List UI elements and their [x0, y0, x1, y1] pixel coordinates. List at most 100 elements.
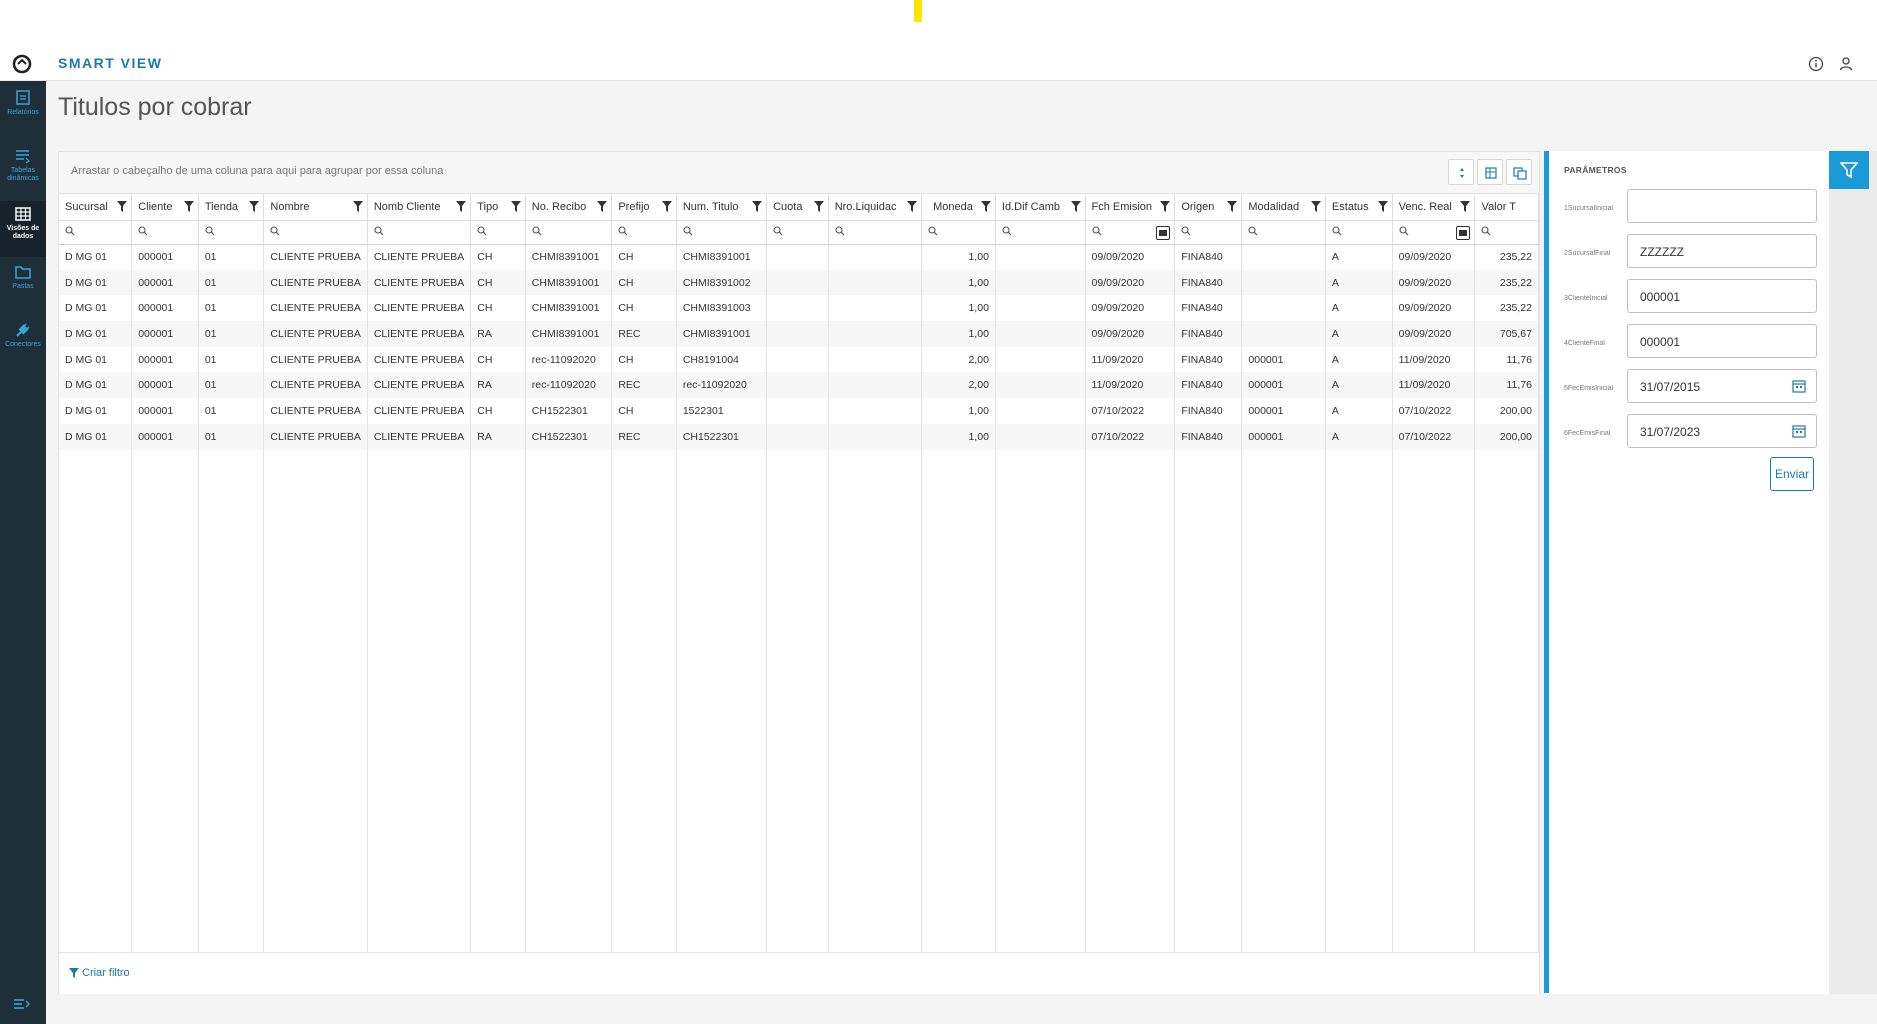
table-row[interactable]: D MG 01 000001 01 CLIENTE PRUEBA CLIENTE PRU…: [59, 269, 1539, 296]
column-search-input[interactable]: [1392, 220, 1476, 245]
column-filter-icon[interactable]: [1227, 201, 1238, 212]
column-header[interactable]: Num. Titulo: [676, 194, 768, 221]
column-header[interactable]: Estatus: [1325, 194, 1393, 221]
column-header[interactable]: Nomb Cliente: [367, 194, 472, 221]
filter-panel-toggle[interactable]: [1829, 151, 1869, 189]
column-search-input[interactable]: [131, 220, 199, 245]
column-header[interactable]: No. Recibo: [525, 194, 613, 221]
column-filter-icon[interactable]: [249, 201, 260, 212]
calendar-icon[interactable]: [1456, 225, 1471, 240]
column-filter-icon[interactable]: [980, 201, 991, 212]
table-cell: [995, 423, 1086, 450]
column-header[interactable]: Tienda: [198, 194, 265, 221]
column-filter-icon[interactable]: [661, 201, 672, 212]
column-filter-icon[interactable]: [1160, 201, 1171, 212]
column-filter-icon[interactable]: [1310, 201, 1321, 212]
column-search-input[interactable]: [1325, 220, 1393, 245]
column-search-input[interactable]: [995, 220, 1086, 245]
column-filter-icon[interactable]: [597, 201, 608, 212]
table-filler-cell: [1174, 449, 1243, 952]
column-filter-icon[interactable]: [813, 201, 824, 212]
column-header[interactable]: Nro.Liquidac: [828, 194, 923, 221]
column-filter-icon[interactable]: [117, 201, 128, 212]
param-sucursal-inicial-input[interactable]: [1627, 189, 1817, 223]
column-filter-icon[interactable]: [456, 201, 467, 212]
column-search-input[interactable]: [59, 220, 133, 245]
table-row[interactable]: D MG 01 000001 01 CLIENTE PRUEBA CLIENTE PRU…: [59, 346, 1539, 373]
app-logo-icon[interactable]: [10, 52, 34, 76]
column-header[interactable]: Tipo: [470, 194, 526, 221]
grid-table-wrap[interactable]: Sucursal Cliente Tienda Nombre Nomb Cliente T…: [59, 194, 1539, 952]
create-filter-link[interactable]: Criar filtro: [69, 967, 130, 979]
column-header[interactable]: Cuota: [766, 194, 829, 221]
column-header[interactable]: Origen: [1174, 194, 1243, 221]
sidebar-item-data-views[interactable]: Visões de dados: [0, 201, 46, 257]
param-cliente-final-input[interactable]: 000001: [1627, 324, 1817, 358]
column-search-input[interactable]: [766, 220, 829, 245]
sidebar-item-folders[interactable]: Pastas: [0, 259, 46, 315]
column-header-label: Venc. Real: [1398, 200, 1452, 213]
column-filter-icon[interactable]: [752, 201, 763, 212]
sidebar-item-reports[interactable]: Relatórios: [0, 85, 46, 141]
column-header[interactable]: Prefijo: [611, 194, 677, 221]
param-fec-emis-inicial-input[interactable]: 31/07/2015: [1627, 369, 1817, 403]
column-search-input[interactable]: [1241, 220, 1326, 245]
column-chooser-button[interactable]: [1506, 159, 1532, 185]
param-cliente-inicial-input[interactable]: 000001: [1627, 279, 1817, 313]
column-header[interactable]: Nombre: [263, 194, 368, 221]
column-filter-icon[interactable]: [352, 201, 363, 212]
group-panel[interactable]: Arrastar o cabeçalho de uma coluna para …: [59, 152, 1539, 194]
column-search-input[interactable]: [611, 220, 677, 245]
table-row[interactable]: D MG 01 000001 01 CLIENTE PRUEBA CLIENTE PRU…: [59, 398, 1539, 424]
column-filter-icon[interactable]: [1460, 201, 1471, 212]
column-header[interactable]: Id.Dif Camb: [995, 194, 1086, 221]
calendar-icon[interactable]: [1792, 424, 1806, 438]
column-filter-icon[interactable]: [510, 201, 521, 212]
column-filter-icon[interactable]: [1070, 201, 1081, 212]
column-header[interactable]: Cliente: [131, 194, 199, 221]
column-search-input[interactable]: [1174, 220, 1243, 245]
column-search-input[interactable]: [263, 220, 368, 245]
column-filter-icon[interactable]: [183, 201, 194, 212]
table-cell: [828, 295, 923, 322]
send-button[interactable]: Enviar: [1770, 457, 1814, 491]
collapse-menu-icon[interactable]: [12, 996, 32, 1012]
table-row[interactable]: D MG 01 000001 01 CLIENTE PRUEBA CLIENTE PRU…: [59, 321, 1539, 347]
column-header-label: Id.Dif Camb: [1001, 200, 1060, 213]
sort-button[interactable]: [1448, 159, 1474, 185]
table-cell: 11,76: [1474, 346, 1539, 373]
sidebar-item-pivot-tables[interactable]: Tabelas dinâmicas: [0, 143, 46, 199]
column-search-input[interactable]: [470, 220, 526, 245]
column-header[interactable]: Sucursal: [59, 194, 133, 221]
calendar-icon[interactable]: [1156, 225, 1171, 240]
param-sucursal-final-input[interactable]: ZZZZZZ: [1627, 234, 1817, 268]
column-header[interactable]: Modalidad: [1241, 194, 1326, 221]
column-header[interactable]: Venc. Real: [1392, 194, 1476, 221]
column-search-input[interactable]: [1085, 220, 1176, 245]
info-icon[interactable]: [1806, 54, 1826, 74]
sidebar-item-connectors[interactable]: Conectores: [0, 317, 46, 373]
column-search-input[interactable]: [676, 220, 768, 245]
column-search-input[interactable]: [921, 220, 996, 245]
column-header[interactable]: Fch Emision: [1085, 194, 1176, 221]
column-search-input[interactable]: [828, 220, 923, 245]
table-cell: 000001: [131, 269, 199, 296]
column-search-input[interactable]: [1474, 220, 1539, 245]
export-excel-button[interactable]: [1477, 159, 1503, 185]
column-filter-icon[interactable]: [907, 201, 918, 212]
table-cell: 000001: [131, 295, 199, 322]
table-row[interactable]: D MG 01 000001 01 CLIENTE PRUEBA CLIENTE PRU…: [59, 295, 1539, 322]
column-search-input[interactable]: [198, 220, 265, 245]
table-row[interactable]: D MG 01 000001 01 CLIENTE PRUEBA CLIENTE PRU…: [59, 372, 1539, 399]
param-fec-emis-final-input[interactable]: 31/07/2023: [1627, 414, 1817, 448]
column-search-input[interactable]: [525, 220, 613, 245]
column-search-input[interactable]: [367, 220, 472, 245]
column-filter-icon[interactable]: [1377, 201, 1388, 212]
column-header[interactable]: Moneda: [921, 194, 996, 221]
table-row[interactable]: D MG 01 000001 01 CLIENTE PRUEBA CLIENTE PRU…: [59, 244, 1539, 270]
table-row[interactable]: D MG 01 000001 01 CLIENTE PRUEBA CLIENTE PRU…: [59, 423, 1539, 450]
sidebar-item-label: Visões de dados: [6, 225, 40, 240]
calendar-icon[interactable]: [1792, 379, 1806, 393]
column-header[interactable]: Valor T: [1474, 194, 1539, 221]
user-icon[interactable]: [1836, 54, 1856, 74]
